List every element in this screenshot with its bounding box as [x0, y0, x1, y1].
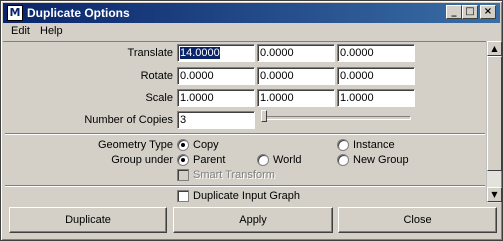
- menu-bar: Edit Help: [3, 23, 500, 41]
- vertical-scrollbar[interactable]: ▲ ▼: [486, 41, 502, 203]
- translate-label: Translate: [127, 47, 173, 59]
- minimize-button[interactable]: _: [446, 5, 462, 19]
- maximize-button[interactable]: □: [462, 5, 478, 19]
- copies-slider-thumb[interactable]: [261, 110, 267, 122]
- scroll-up-icon[interactable]: ▲: [487, 41, 502, 56]
- window-title: Duplicate Options: [27, 6, 130, 20]
- scale-y-field[interactable]: 1.0000: [257, 89, 335, 107]
- group-under-label: Group under: [111, 154, 173, 166]
- group-new-group-label[interactable]: New Group: [353, 154, 409, 166]
- rotate-z-field[interactable]: 0.0000: [337, 67, 415, 85]
- separator: [5, 185, 485, 187]
- scroll-down-icon[interactable]: ▼: [487, 187, 502, 202]
- rotate-x-field[interactable]: 0.0000: [177, 67, 255, 85]
- translate-y-field[interactable]: 0.0000: [257, 44, 335, 62]
- geometry-instance-radio[interactable]: [337, 139, 349, 151]
- translate-z-field[interactable]: 0.0000: [337, 44, 415, 62]
- rotate-y-field[interactable]: 0.0000: [257, 67, 335, 85]
- apply-button[interactable]: Apply: [173, 207, 333, 233]
- menu-edit[interactable]: Edit: [11, 25, 30, 37]
- scale-label: Scale: [145, 92, 173, 104]
- duplicate-options-window: M Duplicate Options _ □ × Edit Help Tran…: [0, 0, 503, 241]
- group-parent-radio[interactable]: [177, 154, 189, 166]
- group-new-group-radio[interactable]: [337, 154, 349, 166]
- options-panel: Translate 14.0000 0.0000 0.0000 Rotate 0…: [3, 41, 486, 203]
- geometry-copy-label[interactable]: Copy: [193, 139, 219, 151]
- group-world-label[interactable]: World: [273, 154, 302, 166]
- group-parent-label[interactable]: Parent: [193, 154, 225, 166]
- duplicate-input-graph-label[interactable]: Duplicate Input Graph: [193, 190, 300, 202]
- smart-transform-label: Smart Transform: [193, 169, 275, 181]
- group-world-radio[interactable]: [257, 154, 269, 166]
- rotate-label: Rotate: [140, 70, 173, 82]
- close-window-button[interactable]: ×: [480, 5, 496, 19]
- close-button[interactable]: Close: [338, 207, 497, 233]
- copies-label: Number of Copies: [84, 114, 173, 126]
- translate-x-field[interactable]: 14.0000: [177, 44, 255, 62]
- copies-field[interactable]: 3: [177, 111, 255, 129]
- geometry-type-label: Geometry Type: [98, 139, 173, 151]
- geometry-instance-label[interactable]: Instance: [353, 139, 395, 151]
- scroll-thumb[interactable]: [487, 56, 502, 171]
- duplicate-button[interactable]: Duplicate: [9, 207, 167, 233]
- separator: [5, 133, 485, 135]
- scale-x-field[interactable]: 1.0000: [177, 89, 255, 107]
- maya-icon[interactable]: M: [7, 5, 23, 21]
- smart-transform-checkbox: [177, 169, 189, 181]
- duplicate-input-graph-checkbox[interactable]: [177, 190, 189, 202]
- geometry-copy-radio[interactable]: [177, 139, 189, 151]
- title-bar[interactable]: M Duplicate Options _ □ ×: [3, 3, 500, 23]
- menu-help[interactable]: Help: [40, 25, 63, 37]
- scale-z-field[interactable]: 1.0000: [337, 89, 415, 107]
- copies-slider-track[interactable]: [263, 116, 411, 120]
